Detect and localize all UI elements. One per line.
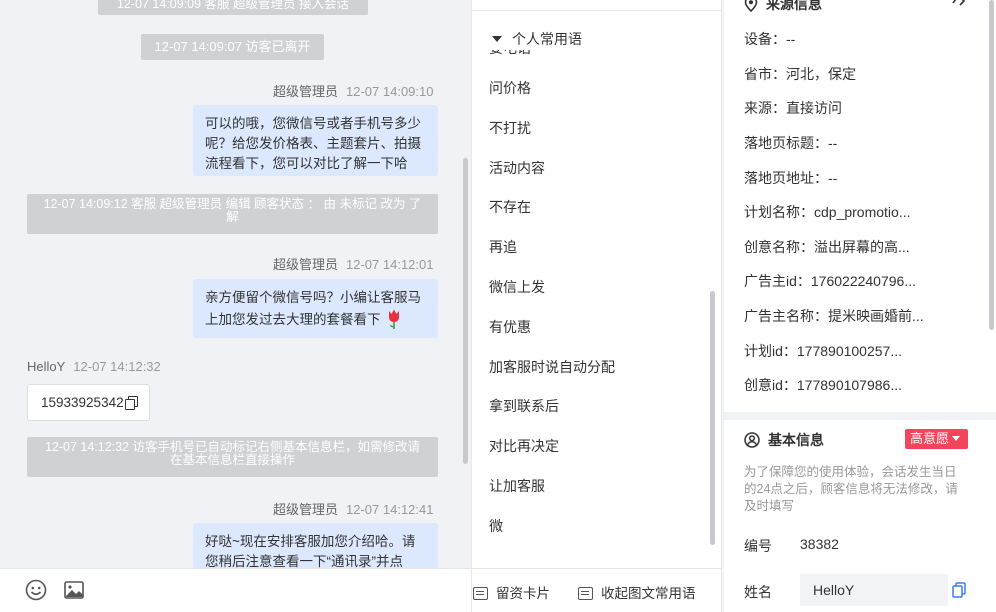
chat-panel: 12-07 14:09:09 客服 超级管理员 接入会话 12-07 14:09… bbox=[0, 0, 471, 612]
phrase-item[interactable]: 不存在 bbox=[489, 196, 615, 236]
phrase-item[interactable]: 微 bbox=[489, 515, 615, 555]
info-advertiser-id: 广告主id：176022240796... bbox=[744, 273, 916, 289]
message-time: 12-07 14:12:41 bbox=[346, 502, 434, 517]
source-info-title: 来源信息 bbox=[766, 0, 822, 12]
info-device: 设备：-- bbox=[744, 31, 796, 47]
info-province-city: 省市：河北，保定 bbox=[744, 66, 856, 82]
system-note: 12-07 14:09:09 客服 超级管理员 接入会话 bbox=[98, 0, 368, 15]
customer-number-label: 编号 bbox=[744, 538, 772, 554]
phrase-scrollbar[interactable] bbox=[710, 291, 715, 545]
lead-card-button[interactable]: 留资卡片 bbox=[473, 582, 550, 602]
info-plan-id: 计划id：177890100257... bbox=[744, 343, 902, 359]
emoji-icon[interactable] bbox=[25, 579, 47, 601]
source-info-header: 来源信息 bbox=[744, 0, 822, 14]
collapse-phrases-button[interactable]: 收起图文常用语 bbox=[578, 582, 696, 602]
phrase-group-header[interactable]: 个人常用语 bbox=[472, 28, 712, 50]
phone-auto-tag-note: 12-07 14:12:32 访客手机号已自动标记右侧基本信息栏，如需修改请在基… bbox=[27, 437, 438, 477]
info-creative-name: 创意名称：溢出屏幕的高... bbox=[744, 239, 910, 255]
message-sender: 超级管理员 bbox=[273, 502, 339, 517]
info-source: 来源：直接访问 bbox=[744, 100, 842, 116]
divider bbox=[472, 568, 721, 569]
caret-down-icon bbox=[952, 436, 961, 441]
collapse-phrases-label: 收起图文常用语 bbox=[601, 586, 696, 601]
visitor-left-note: 12-07 14:09:07 访客已离开 bbox=[141, 34, 324, 60]
basic-info-header: 基本信息 bbox=[744, 430, 824, 450]
message-meta: 超级管理员 12-07 14:12:01 bbox=[273, 254, 433, 273]
phone-number-card[interactable]: 15933925342 bbox=[27, 384, 150, 421]
phrase-list: 问价格 不打扰 活动内容 不存在 再追 微信上发 有优惠 加客服时说自动分配 拿… bbox=[489, 77, 615, 555]
edit-icon[interactable] bbox=[950, 0, 966, 6]
phrase-item[interactable]: 问价格 bbox=[489, 77, 615, 117]
message-meta: 超级管理员 12-07 14:09:10 bbox=[273, 81, 433, 100]
intent-level-dropdown[interactable]: 高意愿 bbox=[905, 429, 968, 449]
message-meta: 超级管理员 12-07 14:12:41 bbox=[273, 499, 433, 518]
phrase-item[interactable]: 加客服时说自动分配 bbox=[489, 356, 615, 396]
info-landing-title: 落地页标题：-- bbox=[744, 135, 838, 151]
phrase-item[interactable]: 拿到联系后 bbox=[489, 395, 615, 435]
intent-level-label: 高意愿 bbox=[910, 431, 950, 446]
message-sender: 超级管理员 bbox=[273, 257, 339, 272]
info-landing-url: 落地页地址：-- bbox=[744, 170, 838, 186]
message-sender: HelloY bbox=[27, 359, 66, 374]
phrase-item[interactable]: 不打扰 bbox=[489, 117, 615, 157]
divider bbox=[472, 10, 721, 11]
phone-number: 15933925342 bbox=[41, 395, 124, 410]
card-icon bbox=[473, 587, 488, 600]
copy-icon[interactable] bbox=[124, 396, 138, 410]
message-time: 12-07 14:12:01 bbox=[346, 257, 434, 272]
info-scrollbar[interactable] bbox=[989, 0, 994, 330]
lead-card-label: 留资卡片 bbox=[496, 586, 550, 601]
user-circle-icon bbox=[744, 432, 760, 448]
caret-down-icon bbox=[492, 36, 502, 42]
phrase-group-title: 个人常用语 bbox=[512, 31, 582, 47]
name-input[interactable] bbox=[800, 574, 948, 606]
location-pin-icon bbox=[744, 0, 758, 13]
message-meta: HelloY 12-07 14:12:32 bbox=[27, 359, 161, 374]
visitor-info-panel: 来源信息 设备：-- 省市：河北，保定 来源：直接访问 落地页标题：-- 落地页… bbox=[724, 0, 996, 612]
phrase-item[interactable]: 让加客服 bbox=[489, 475, 615, 515]
phrase-item[interactable]: 微信上发 bbox=[489, 276, 615, 316]
message-sender: 超级管理员 bbox=[273, 84, 339, 99]
basic-info-title: 基本信息 bbox=[768, 432, 824, 448]
edit-deadline-notice: 为了保障您的使用体验，会话发生当日的24点之后，顾客信息将无法修改，请及时填写 bbox=[744, 465, 958, 513]
phrase-item[interactable]: 活动内容 bbox=[489, 157, 615, 197]
copy-icon[interactable] bbox=[952, 582, 966, 598]
card-icon bbox=[578, 587, 593, 600]
chat-input-toolbar bbox=[0, 568, 471, 612]
message-bubble: 可以的哦，您微信号或者手机号多少呢？给您发价格表、主题套片、拍摄流程看下，您可以… bbox=[193, 105, 438, 176]
common-phrases-panel: 要电话 个人常用语 问价格 不打扰 活动内容 不存在 再追 微信上发 有优惠 加… bbox=[471, 0, 722, 612]
info-advertiser-name: 广告主名称：提米映画婚前... bbox=[744, 308, 924, 324]
status-change-note: 12-07 14:09:12 客服 超级管理员 编辑 顾客状态 ： 由 未标记 … bbox=[27, 194, 438, 234]
tulip-emoji-icon bbox=[388, 309, 399, 329]
message-bubble: 好哒~现在安排客服加您介绍哈。请您稍后注意查看一下“通讯录”并点 bbox=[193, 523, 438, 568]
message-list[interactable]: 12-07 14:09:09 客服 超级管理员 接入会话 12-07 14:09… bbox=[0, 0, 471, 568]
name-label: 姓名 bbox=[744, 584, 772, 600]
message-time: 12-07 14:09:10 bbox=[346, 84, 434, 99]
customer-number-value: 38382 bbox=[800, 536, 839, 552]
info-creative-id: 创意id：177890107986... bbox=[744, 377, 902, 393]
phrase-item[interactable]: 对比再决定 bbox=[489, 435, 615, 475]
message-bubble: 亲方便留个微信号吗？小编让客服马上加您发过去大理的套餐看下 bbox=[193, 279, 438, 338]
phrase-item[interactable]: 有优惠 bbox=[489, 316, 615, 356]
phrase-item[interactable]: 再追 bbox=[489, 236, 615, 276]
info-plan-name: 计划名称：cdp_promotio... bbox=[744, 204, 911, 220]
image-icon[interactable] bbox=[63, 579, 85, 601]
chat-scrollbar[interactable] bbox=[463, 158, 468, 464]
message-time: 12-07 14:12:32 bbox=[73, 359, 161, 374]
section-divider bbox=[724, 412, 996, 420]
